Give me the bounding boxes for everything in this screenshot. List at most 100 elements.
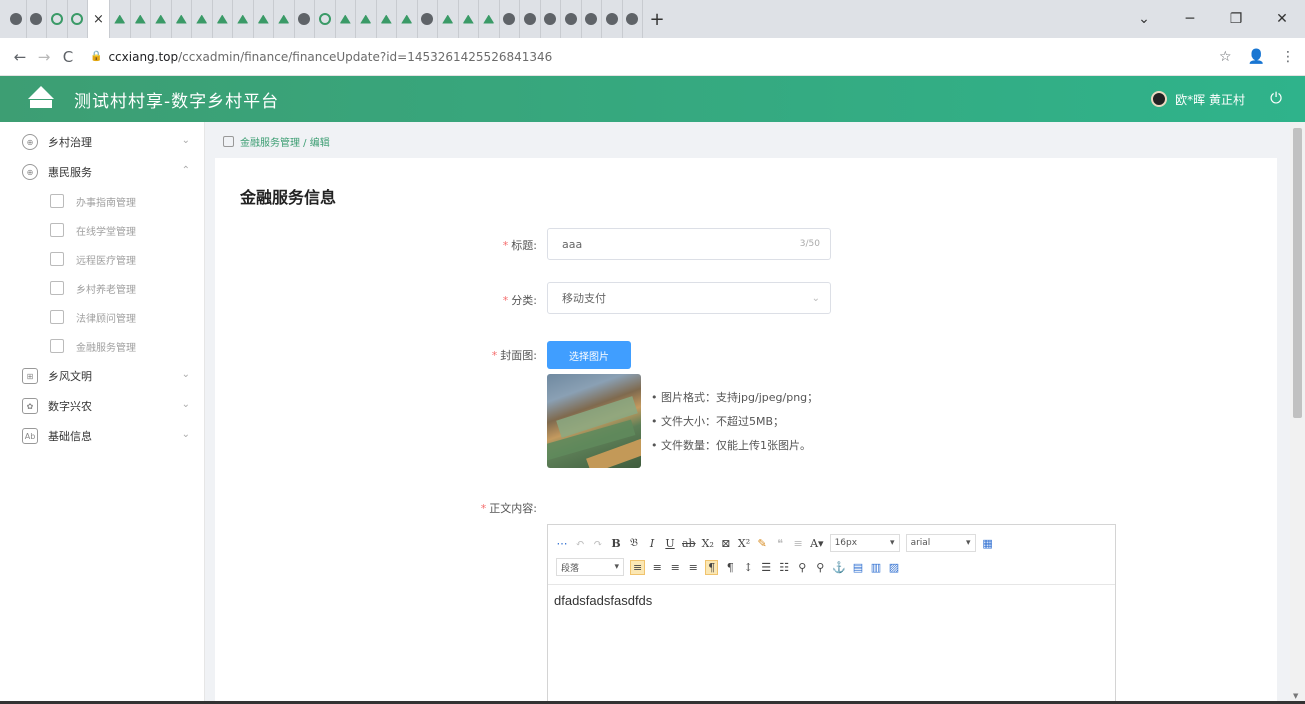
browser-tab[interactable]: [315, 0, 336, 38]
sidebar-subitem-finance[interactable]: 金融服务管理: [0, 334, 204, 358]
menu-kebab-icon[interactable]: ⋮: [1281, 49, 1295, 65]
browser-tab[interactable]: [336, 0, 356, 38]
scroll-down-icon[interactable]: ▼: [1293, 692, 1298, 700]
outline-text-icon[interactable]: 𝔅: [628, 536, 640, 550]
browser-tab[interactable]: [68, 0, 88, 38]
browser-tab[interactable]: [151, 0, 172, 38]
browser-tab[interactable]: [254, 0, 274, 38]
tab-search-icon[interactable]: ⌄: [1121, 11, 1167, 27]
scrollbar-thumb[interactable]: [1293, 128, 1302, 418]
font-family-select[interactable]: arial ▾: [905, 534, 976, 552]
sidebar-subitem-legal[interactable]: 法律顾问管理: [0, 305, 204, 329]
redo-icon[interactable]: ↷: [592, 537, 604, 550]
underline-icon[interactable]: U: [664, 537, 676, 550]
fullscreen-icon[interactable]: ▦: [982, 537, 994, 550]
browser-tab[interactable]: [397, 0, 418, 38]
browser-tab[interactable]: [541, 0, 561, 38]
sidebar-item-basic-info[interactable]: Ab 基础信息 ⌄: [0, 424, 204, 448]
bold-icon[interactable]: B: [610, 537, 622, 550]
image-icon[interactable]: ▨: [888, 561, 900, 574]
close-tab-icon[interactable]: ×: [93, 12, 104, 27]
browser-tab[interactable]: [377, 0, 397, 38]
font-color-icon[interactable]: A▾: [810, 537, 823, 550]
browser-tab[interactable]: [561, 0, 582, 38]
logout-power-icon[interactable]: ⏻: [1267, 89, 1285, 107]
browser-tab[interactable]: [623, 0, 643, 38]
italic-icon[interactable]: I: [646, 537, 658, 550]
align-right-icon[interactable]: ≡: [669, 561, 681, 574]
minimize-button[interactable]: ─: [1167, 11, 1213, 27]
align-justify-icon[interactable]: ≡: [687, 561, 699, 574]
subscript-icon[interactable]: X₂: [702, 537, 714, 550]
breadcrumb-text[interactable]: 金融服务管理 / 编辑: [240, 134, 330, 149]
browser-tab[interactable]: [192, 0, 213, 38]
back-icon[interactable]: ←: [8, 48, 32, 66]
browser-tab[interactable]: [500, 0, 520, 38]
sidebar-subitem-telemedicine[interactable]: 远程医疗管理: [0, 247, 204, 271]
sidebar-subitem-elderly[interactable]: 乡村养老管理: [0, 276, 204, 300]
maximize-button[interactable]: ❐: [1213, 11, 1259, 27]
browser-tab[interactable]: [233, 0, 254, 38]
format-clear-icon[interactable]: ≡: [792, 537, 804, 550]
sidebar-subitem-classroom[interactable]: 在线学堂管理: [0, 218, 204, 242]
align-left-icon[interactable]: ≡: [630, 559, 646, 575]
sidebar-item-agriculture[interactable]: ✿ 数字兴农 ⌄: [0, 394, 204, 418]
browser-tab[interactable]: [274, 0, 295, 38]
category-select[interactable]: 移动支付 ⌄: [547, 282, 831, 314]
browser-tab[interactable]: [110, 0, 131, 38]
align-center-icon[interactable]: ≡: [651, 561, 663, 574]
bookmark-star-icon[interactable]: ☆: [1219, 49, 1232, 65]
active-browser-tab[interactable]: ×: [88, 0, 110, 38]
undo-icon[interactable]: ↶: [574, 537, 586, 550]
browser-tab[interactable]: [520, 0, 541, 38]
browser-tab[interactable]: [418, 0, 438, 38]
font-size-select[interactable]: 16px ▾: [829, 534, 900, 552]
paragraph-select[interactable]: 段落 ▾: [556, 558, 624, 576]
sidebar-subitem-guide[interactable]: 办事指南管理: [0, 189, 204, 213]
browser-tab[interactable]: [479, 0, 500, 38]
cover-image-thumbnail[interactable]: [547, 374, 641, 468]
user-menu[interactable]: 欧*晖 黄正村: [1151, 76, 1245, 122]
sidebar-item-public-service[interactable]: ⊕ 惠民服务 ⌃: [0, 160, 204, 184]
new-tab-button[interactable]: +: [643, 9, 671, 30]
browser-tab[interactable]: [582, 0, 602, 38]
browser-tab[interactable]: [602, 0, 623, 38]
close-window-button[interactable]: ✕: [1259, 11, 1305, 27]
choose-image-button[interactable]: 选择图片: [547, 341, 631, 369]
rtl-icon[interactable]: ¶: [724, 561, 736, 574]
browser-tab[interactable]: [459, 0, 479, 38]
browser-tab[interactable]: [47, 0, 68, 38]
sidebar-item-governance[interactable]: ⊕ 乡村治理 ⌄: [0, 130, 204, 154]
reload-icon[interactable]: C: [56, 48, 80, 66]
browser-tab[interactable]: [27, 0, 47, 38]
browser-tab[interactable]: [295, 0, 315, 38]
strikethrough-icon[interactable]: ab: [682, 537, 696, 550]
insert-row-icon[interactable]: ▥: [870, 561, 882, 574]
ltr-icon[interactable]: ¶: [705, 559, 719, 575]
url-field[interactable]: 🔒 ccxiang.top/ccxadmin/finance/financeUp…: [90, 50, 552, 64]
browser-tab[interactable]: [438, 0, 459, 38]
quote-icon[interactable]: ❝: [774, 537, 786, 550]
unordered-list-icon[interactable]: ☷: [778, 561, 790, 574]
browser-tab[interactable]: [213, 0, 233, 38]
format-painter-icon[interactable]: ✎: [756, 537, 768, 550]
unlink-icon[interactable]: ⚲: [814, 561, 826, 574]
editor-content[interactable]: dfadsfadsfasdfds: [548, 585, 1115, 616]
sidebar-item-culture[interactable]: ⊞ 乡风文明 ⌄: [0, 364, 204, 388]
source-code-icon[interactable]: ⋯: [556, 537, 568, 550]
profile-icon[interactable]: 👤: [1248, 49, 1265, 65]
ordered-list-icon[interactable]: ☰: [760, 561, 772, 574]
border-icon[interactable]: ⊠: [720, 537, 732, 550]
browser-tab[interactable]: [356, 0, 377, 38]
browser-tab[interactable]: [172, 0, 192, 38]
anchor-icon[interactable]: ⚓: [832, 561, 846, 574]
browser-tab[interactable]: [131, 0, 151, 38]
forward-icon[interactable]: →: [32, 48, 56, 66]
page-scrollbar[interactable]: ▼: [1290, 122, 1305, 704]
home-icon[interactable]: [223, 136, 234, 147]
title-input[interactable]: aaa 3/50: [547, 228, 831, 260]
table-icon[interactable]: ▤: [852, 561, 864, 574]
link-icon[interactable]: ⚲: [796, 561, 808, 574]
line-height-icon[interactable]: ↕: [742, 561, 754, 574]
superscript-icon[interactable]: X²: [738, 537, 750, 550]
